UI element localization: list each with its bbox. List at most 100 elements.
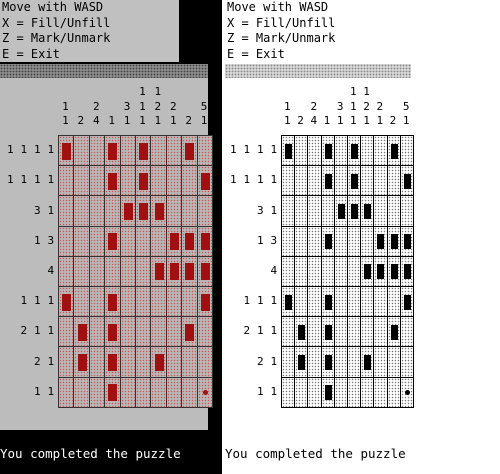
grid-cell[interactable] <box>333 346 348 378</box>
grid-cell[interactable] <box>320 255 335 287</box>
grid-cell[interactable] <box>165 195 183 227</box>
grid-cell[interactable] <box>386 286 401 318</box>
grid-cell[interactable] <box>373 316 388 348</box>
grid-cell[interactable] <box>347 286 362 318</box>
grid-cell[interactable] <box>333 135 348 167</box>
grid-cell[interactable] <box>320 135 335 167</box>
grid-cell[interactable] <box>333 165 348 197</box>
grid-cell[interactable] <box>196 376 213 408</box>
grid-cell[interactable] <box>73 255 90 287</box>
grid-cell[interactable] <box>150 195 167 227</box>
grid-cell[interactable] <box>281 225 296 257</box>
grid-cell[interactable] <box>58 255 75 287</box>
grid-cell[interactable] <box>73 346 90 378</box>
grid-cell[interactable] <box>73 316 90 348</box>
grid-cell[interactable] <box>294 135 309 167</box>
grid-cell[interactable] <box>181 376 198 408</box>
grid-cell[interactable] <box>399 376 414 408</box>
grid-cell[interactable] <box>196 135 213 167</box>
grid-cell[interactable] <box>165 135 183 167</box>
grid-cell[interactable] <box>104 225 121 257</box>
grid-cell[interactable] <box>119 135 136 167</box>
grid-cell[interactable] <box>181 255 198 287</box>
grid-cell[interactable] <box>333 225 348 257</box>
grid-cell[interactable] <box>58 165 75 197</box>
grid-cell[interactable] <box>307 165 322 197</box>
grid-cell[interactable] <box>294 346 309 378</box>
grid-cell[interactable] <box>386 165 401 197</box>
grid-cell[interactable] <box>196 195 213 227</box>
grid-cell[interactable] <box>165 165 183 197</box>
grid-cell[interactable] <box>181 316 198 348</box>
grid-cell[interactable] <box>104 195 121 227</box>
grid-cell[interactable] <box>165 255 183 287</box>
grid-cell[interactable] <box>333 316 348 348</box>
grid-cell[interactable] <box>360 225 375 257</box>
grid-cell[interactable] <box>399 195 414 227</box>
grid-cell[interactable] <box>333 286 348 318</box>
grid-cell[interactable] <box>294 255 309 287</box>
grid-cell[interactable] <box>307 255 322 287</box>
grid-cell[interactable] <box>104 376 121 408</box>
grid-cell[interactable] <box>399 316 414 348</box>
grid-cell[interactable] <box>399 135 414 167</box>
grid-cell[interactable] <box>135 376 152 408</box>
grid-cell[interactable] <box>320 376 335 408</box>
grid-cell[interactable] <box>347 376 362 408</box>
grid-cell[interactable] <box>347 135 362 167</box>
grid-cell[interactable] <box>307 225 322 257</box>
grid-cell[interactable] <box>88 165 106 197</box>
grid-cell[interactable] <box>135 135 152 167</box>
grid-cell[interactable] <box>399 225 414 257</box>
grid-cell[interactable] <box>196 316 213 348</box>
grid-cell[interactable] <box>347 346 362 378</box>
grid-cell[interactable] <box>347 225 362 257</box>
grid-cell[interactable] <box>386 346 401 378</box>
grid-cell[interactable] <box>360 255 375 287</box>
grid-cell[interactable] <box>360 346 375 378</box>
grid-cell[interactable] <box>165 225 183 257</box>
grid-cell[interactable] <box>165 286 183 318</box>
grid-cell[interactable] <box>135 346 152 378</box>
grid-cell[interactable] <box>150 376 167 408</box>
grid-cell[interactable] <box>307 376 322 408</box>
grid-cell[interactable] <box>119 376 136 408</box>
grid-cell[interactable] <box>88 225 106 257</box>
grid-cell[interactable] <box>373 376 388 408</box>
grid-cell[interactable] <box>360 286 375 318</box>
grid-cell[interactable] <box>73 135 90 167</box>
grid-cell[interactable] <box>150 316 167 348</box>
grid-cell[interactable] <box>135 255 152 287</box>
grid-cell[interactable] <box>104 346 121 378</box>
grid-cell[interactable] <box>386 225 401 257</box>
grid-cell[interactable] <box>196 225 213 257</box>
grid-cell[interactable] <box>104 286 121 318</box>
grid-cell[interactable] <box>373 195 388 227</box>
grid-cell[interactable] <box>333 255 348 287</box>
grid-cell[interactable] <box>307 286 322 318</box>
grid-cell[interactable] <box>165 316 183 348</box>
grid-cell[interactable] <box>135 165 152 197</box>
grid-cell[interactable] <box>73 376 90 408</box>
grid-cell[interactable] <box>88 346 106 378</box>
grid-cell[interactable] <box>307 316 322 348</box>
grid-cell[interactable] <box>165 376 183 408</box>
grid-cell[interactable] <box>373 286 388 318</box>
grid-cell[interactable] <box>386 316 401 348</box>
grid-cell[interactable] <box>104 135 121 167</box>
grid-cell[interactable] <box>73 165 90 197</box>
grid-cell[interactable] <box>73 225 90 257</box>
grid-cell[interactable] <box>373 135 388 167</box>
grid-cell[interactable] <box>150 135 167 167</box>
grid-cell[interactable] <box>399 346 414 378</box>
grid-cell[interactable] <box>386 135 401 167</box>
grid-cell[interactable] <box>347 195 362 227</box>
grid-cell[interactable] <box>104 255 121 287</box>
grid-cell[interactable] <box>73 195 90 227</box>
grid-cell[interactable] <box>135 225 152 257</box>
grid-cell[interactable] <box>196 346 213 378</box>
grid-cell[interactable] <box>399 286 414 318</box>
grid-cell[interactable] <box>386 376 401 408</box>
grid-cell[interactable] <box>181 286 198 318</box>
grid-cell[interactable] <box>294 316 309 348</box>
